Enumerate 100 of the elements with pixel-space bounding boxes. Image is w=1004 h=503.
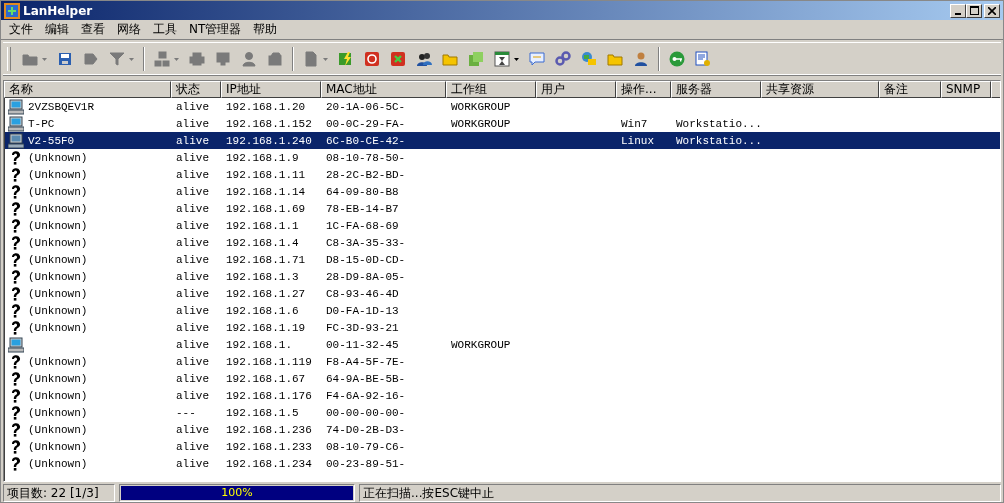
folder-icon [442, 51, 458, 67]
column-header[interactable]: IP地址 [221, 81, 321, 98]
table-cell: 192.168.1.240 [226, 134, 312, 147]
box-icon [267, 51, 283, 67]
table-row[interactable]: (Unknown) alive 192.168.1.11 28-2C-B2-BD- [5, 166, 1000, 183]
table-cell: alive [176, 389, 209, 402]
table-row[interactable]: (Unknown) alive 192.168.1.14 64-09-80-B8 [5, 183, 1000, 200]
column-header[interactable]: 备注 [879, 81, 941, 98]
column-header[interactable]: 服务器 [671, 81, 761, 98]
table-cell: (Unknown) [28, 168, 88, 181]
computer-icon [8, 98, 24, 115]
table-row[interactable]: (Unknown) alive 192.168.1.119 F8-A4-5F-7E- [5, 353, 1000, 370]
table-cell: D0-FA-1D-13 [326, 304, 399, 317]
table-cell: (Unknown) [28, 219, 88, 232]
table-row[interactable]: (Unknown) alive 192.168.1.9 08-10-78-50- [5, 149, 1000, 166]
chat-icon [529, 51, 545, 67]
table-cell: (Unknown) [28, 287, 88, 300]
table-row[interactable]: (Unknown) alive 192.168.1.6 D0-FA-1D-13 [5, 302, 1000, 319]
table-cell: 00-00-00-00- [326, 406, 406, 419]
app-icon [4, 2, 20, 19]
table-cell: WORKGROUP [451, 100, 511, 113]
table-cell: 192.168.1.4 [226, 236, 299, 249]
column-header[interactable]: SNMP [941, 81, 991, 98]
table-cell: 192.168.1.119 [226, 355, 312, 368]
table-cell: alive [176, 338, 209, 351]
table-cell: 192.168.1.9 [226, 151, 299, 164]
table-cell: 192.168.1.5 [226, 406, 299, 419]
user-icon [241, 51, 257, 67]
column-header[interactable]: 用户 [536, 81, 616, 98]
menu-item[interactable]: 帮助 [247, 21, 284, 38]
table-cell: 78-EB-14-B7 [326, 202, 399, 215]
table-cell: alive [176, 372, 209, 385]
table-cell: alive [176, 253, 209, 266]
table-cell: alive [176, 202, 209, 215]
table-row[interactable]: (Unknown) alive 192.168.1.4 C8-3A-35-33- [5, 234, 1000, 251]
table-row[interactable]: (Unknown) --- 192.168.1.5 00-00-00-00- [5, 404, 1000, 421]
table-cell: 1C-FA-68-69 [326, 219, 399, 232]
table-row[interactable]: 2VZSBQEV1R alive 192.168.1.20 20-1A-06-5C- WORKGROUP [5, 98, 1000, 115]
table-cell: alive [176, 440, 209, 453]
window-title: LanHelper [23, 3, 94, 18]
table-cell: alive [176, 151, 209, 164]
column-header[interactable]: 工作组 [446, 81, 536, 98]
table-row[interactable]: (Unknown) alive 192.168.1.236 74-D0-2B-D3- [5, 421, 1000, 438]
table-cell: (Unknown) [28, 202, 88, 215]
table-row[interactable]: (Unknown) alive 192.168.1.67 64-9A-BE-5B- [5, 370, 1000, 387]
table-cell: alive [176, 219, 209, 232]
minimize-icon [955, 12, 961, 15]
caret-icon [42, 57, 47, 61]
printer-icon [189, 51, 205, 67]
minimize-button[interactable] [950, 3, 966, 18]
table-cell: alive [176, 185, 209, 198]
table-cell: alive [176, 321, 209, 334]
table-row[interactable]: (Unknown) alive 192.168.1.1 1C-FA-68-69 [5, 217, 1000, 234]
table-row[interactable]: (Unknown) alive 192.168.1.234 00-23-89-51- [5, 455, 1000, 472]
table-cell: 2VZSBQEV1R [28, 100, 94, 113]
table-row[interactable]: (Unknown) alive 192.168.1.176 F4-6A-92-16- [5, 387, 1000, 404]
table-cell: 192.168.1.152 [226, 117, 312, 130]
caret-icon [514, 57, 519, 61]
table-cell: 08-10-79-C6- [326, 440, 406, 453]
filter-icon [109, 51, 125, 67]
column-header[interactable]: 状态 [171, 81, 221, 98]
item-count: 项目数: 22 [1/3] [3, 484, 115, 502]
table-row[interactable]: (Unknown) alive 192.168.1.71 D8-15-0D-CD- [5, 251, 1000, 268]
table-row[interactable]: (Unknown) alive 192.168.1.233 08-10-79-C6- [5, 438, 1000, 455]
table-cell: F8-A4-5F-7E- [326, 355, 406, 368]
maximize-button[interactable] [966, 3, 982, 18]
menu-item[interactable]: 编辑 [39, 21, 75, 38]
column-header[interactable]: 操作... [616, 81, 671, 98]
menu-item[interactable]: NT管理器 [183, 21, 248, 38]
table-cell: FC-3D-93-21 [326, 321, 399, 334]
table-cell: (Unknown) [28, 304, 88, 317]
menu-item[interactable]: 网络 [111, 21, 147, 38]
menu-item[interactable]: 查看 [75, 21, 111, 38]
caret-icon [174, 57, 179, 61]
table-row[interactable]: alive 192.168.1. 00-11-32-45 WORKGROUP [5, 336, 1000, 353]
table-row[interactable]: V2-55F0 alive 192.168.1.240 6C-B0-CE-42- Linux Workstatio... [5, 132, 1000, 149]
table-row[interactable]: (Unknown) alive 192.168.1.19 FC-3D-93-21 [5, 319, 1000, 336]
table-cell: C8-3A-35-33- [326, 236, 406, 249]
column-header[interactable]: 共享资源 [761, 81, 879, 98]
column-header[interactable]: 名称 [4, 81, 171, 98]
user-icon [633, 51, 649, 67]
table-cell: 192.168.1.233 [226, 440, 312, 453]
table-cell: (Unknown) [28, 372, 88, 385]
table-cell: 08-10-78-50- [326, 151, 406, 164]
table-cell: 192.168.1.6 [226, 304, 299, 317]
menu-item[interactable]: 文件 [3, 21, 39, 38]
table-cell: 192.168.1.14 [226, 185, 306, 198]
table-cell: 192.168.1.11 [226, 168, 306, 181]
table-row[interactable]: (Unknown) alive 192.168.1.69 78-EB-14-B7 [5, 200, 1000, 217]
table-row[interactable]: (Unknown) alive 192.168.1.3 28-D9-8A-05- [5, 268, 1000, 285]
bolt-icon [338, 51, 354, 67]
menu-item[interactable]: 工具 [147, 21, 183, 38]
column-header[interactable]: MAC地址 [321, 81, 446, 98]
cubes-icon [468, 51, 484, 67]
table-cell: 74-D0-2B-D3- [326, 423, 406, 436]
table-row[interactable]: T-PC alive 192.168.1.152 00-0C-29-FA- WORKGROUP Win7 Workstatio... [5, 115, 1000, 132]
table-row[interactable]: (Unknown) alive 192.168.1.27 C8-93-46-4D [5, 285, 1000, 302]
table-cell: (Unknown) [28, 440, 88, 453]
table-cell: 192.168.1.3 [226, 270, 299, 283]
close-button[interactable] [984, 3, 1000, 18]
